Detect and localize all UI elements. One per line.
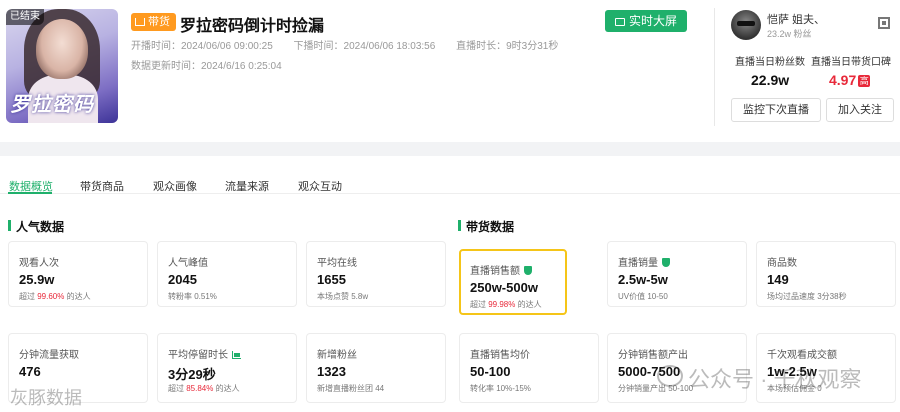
card-avg-price[interactable]: 直播销售均价 50-100 转化率 10%-15% bbox=[459, 333, 599, 403]
watermark-left: 灰豚数据 bbox=[10, 388, 82, 408]
card-sub-post: 的达人 bbox=[215, 384, 240, 393]
qr-code-icon[interactable] bbox=[878, 17, 890, 29]
card-label: 分钟流量获取 bbox=[19, 350, 79, 361]
card-sub-post: 的达人 bbox=[66, 292, 91, 301]
popularity-section-title: 人气数据 bbox=[16, 220, 65, 234]
fans-day-value: 22.9w bbox=[751, 72, 790, 88]
card-products[interactable]: 商品数 149 场均过品速度 3分38秒 bbox=[756, 241, 896, 307]
card-avg-online[interactable]: 平均在线 1655 本场点赞 5.8w bbox=[306, 241, 446, 307]
live-duration: 直播时长：9时3分31秒 bbox=[456, 41, 559, 52]
card-sub: 转化率 10%-15% bbox=[470, 384, 531, 393]
card-value: 3分29秒 bbox=[168, 367, 216, 382]
monitor-next-live-button[interactable]: 监控下次直播 bbox=[731, 98, 821, 122]
tab-audience[interactable]: 观众画像 bbox=[153, 178, 197, 194]
card-value: 476 bbox=[19, 364, 41, 379]
tab-bar: 数据概览 带货商品 观众画像 流量来源 观众互动 bbox=[0, 156, 900, 194]
card-sales-volume[interactable]: 直播销量 2.5w-5w UV价值 10-50 bbox=[607, 241, 747, 307]
card-label: 人气峰值 bbox=[168, 258, 208, 269]
card-sub: 超过 85.84% 的达人 bbox=[168, 383, 240, 394]
reputation-badge: 高 bbox=[858, 75, 871, 87]
card-sub: 超过 99.60% 的达人 bbox=[19, 291, 91, 302]
sales-tag: 带货 bbox=[131, 13, 176, 31]
card-sub-percent: 85.84% bbox=[186, 384, 214, 393]
chart-icon[interactable] bbox=[232, 351, 241, 359]
reputation-label: 直播当日带货口碑 bbox=[811, 57, 891, 68]
live-times: 开播时间：2024/06/06 09:00:25 下播时间：2024/06/06… bbox=[131, 37, 576, 52]
verified-shield-icon bbox=[524, 266, 532, 275]
follow-button[interactable]: 加入关注 bbox=[826, 98, 894, 122]
card-value: 1323 bbox=[317, 364, 346, 379]
card-value: 2045 bbox=[168, 272, 197, 287]
card-value: 50-100 bbox=[470, 364, 511, 379]
wechat-icon bbox=[657, 365, 683, 387]
card-sub: 超过 99.98% 的达人 bbox=[470, 299, 542, 310]
live-header: 已结束 罗拉密码 带货 罗拉密码倒计时捡漏 开播时间：2024/06/06 09… bbox=[0, 0, 900, 142]
section-marker bbox=[8, 220, 11, 231]
card-new-fans[interactable]: 新增粉丝 1323 新增直播粉丝团 44 bbox=[306, 333, 446, 403]
realtime-screen-button[interactable]: 实时大屏 bbox=[605, 10, 687, 32]
card-sub-post: 的达人 bbox=[517, 300, 542, 309]
card-sub-pre: 超过 bbox=[19, 292, 35, 301]
card-label: 平均停留时长 bbox=[168, 346, 241, 361]
cover-title: 罗拉密码 bbox=[10, 94, 94, 116]
card-label: 直播销售均价 bbox=[470, 350, 530, 361]
tab-traffic-source[interactable]: 流量来源 bbox=[225, 178, 269, 194]
card-label: 直播销量 bbox=[618, 254, 670, 269]
card-label: 千次观看成交额 bbox=[767, 350, 837, 361]
live-title: 罗拉密码倒计时捡漏 bbox=[180, 18, 325, 35]
card-label-text: 平均停留时长 bbox=[168, 350, 228, 361]
card-label: 新增粉丝 bbox=[317, 350, 357, 361]
header-divider bbox=[714, 8, 715, 126]
watermark-right: 公众号 · 千秋观察 bbox=[688, 367, 862, 392]
update-time: 数据更新时间：2024/6/16 0:25:04 bbox=[131, 61, 282, 72]
card-label: 观看人次 bbox=[19, 258, 59, 269]
card-avg-stay[interactable]: 平均停留时长 3分29秒 超过 85.84% 的达人 bbox=[157, 333, 297, 403]
reputation-score: 4.97 bbox=[829, 72, 857, 88]
card-label: 分钟销售额产出 bbox=[618, 350, 688, 361]
ended-badge: 已结束 bbox=[6, 9, 44, 25]
cart-icon bbox=[135, 18, 145, 27]
card-label-text: 直播销量 bbox=[618, 258, 658, 269]
streamer-fans: 23.2w 粉丝 bbox=[767, 29, 812, 39]
card-label: 平均在线 bbox=[317, 258, 357, 269]
card-sub-percent: 99.60% bbox=[37, 292, 65, 301]
card-label: 商品数 bbox=[767, 258, 797, 269]
card-sub: 转粉率 0.51% bbox=[168, 292, 217, 301]
verified-shield-icon bbox=[662, 258, 670, 267]
card-viewers[interactable]: 观看人次 25.9w 超过 99.60% 的达人 bbox=[8, 241, 148, 307]
card-peak[interactable]: 人气峰值 2045 转粉率 0.51% bbox=[157, 241, 297, 307]
card-value: 250w-500w bbox=[470, 280, 538, 295]
active-tab-indicator bbox=[8, 192, 52, 194]
card-value: 1655 bbox=[317, 272, 346, 287]
end-time: 下播时间：2024/06/06 18:03:56 bbox=[293, 41, 436, 52]
card-sub: 场均过品速度 3分38秒 bbox=[767, 292, 847, 301]
cover-face bbox=[36, 19, 88, 79]
card-sub: UV价值 10-50 bbox=[618, 292, 668, 301]
card-sub: 新增直播粉丝团 44 bbox=[317, 384, 385, 393]
monitor-icon bbox=[614, 17, 625, 26]
fans-day-label: 直播当日粉丝数 bbox=[735, 57, 805, 68]
card-sub-percent: 99.98% bbox=[488, 300, 516, 309]
card-value: 149 bbox=[767, 272, 789, 287]
sales-tag-label: 带货 bbox=[148, 16, 170, 28]
card-sub: 分钟销量产出 50-100 bbox=[618, 384, 694, 393]
card-sub: 本场点赞 5.8w bbox=[317, 292, 369, 301]
sales-section-title: 带货数据 bbox=[466, 220, 515, 234]
streamer-name[interactable]: 恺萨 姐夫、 bbox=[767, 11, 825, 27]
section-marker bbox=[458, 220, 461, 231]
card-sub-pre: 超过 bbox=[470, 300, 486, 309]
realtime-screen-label: 实时大屏 bbox=[628, 14, 677, 28]
card-label-text: 直播销售额 bbox=[470, 266, 520, 277]
streamer-avatar[interactable] bbox=[731, 10, 761, 40]
reputation-value: 4.97 高 bbox=[829, 72, 871, 88]
card-value: 2.5w-5w bbox=[618, 272, 668, 287]
start-time: 开播时间：2024/06/06 09:00:25 bbox=[131, 41, 273, 52]
card-label: 直播销售额 bbox=[470, 262, 532, 277]
card-sub-pre: 超过 bbox=[168, 384, 184, 393]
tab-interaction[interactable]: 观众互动 bbox=[298, 178, 342, 194]
tab-products[interactable]: 带货商品 bbox=[80, 178, 124, 194]
card-sales-amount[interactable]: 直播销售额 250w-500w 超过 99.98% 的达人 bbox=[459, 249, 567, 315]
live-cover-image[interactable]: 已结束 罗拉密码 bbox=[6, 9, 118, 123]
card-value: 25.9w bbox=[19, 272, 55, 287]
